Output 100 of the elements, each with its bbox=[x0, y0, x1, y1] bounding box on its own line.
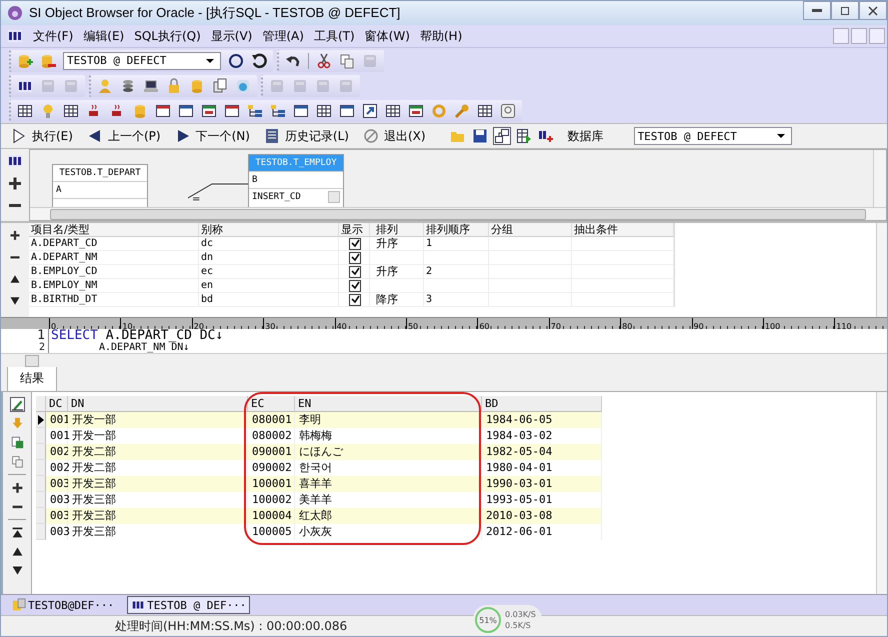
database-dropdown[interactable]: TESTOB @ DEFECT bbox=[634, 127, 792, 145]
down-arrow-icon[interactable] bbox=[9, 295, 21, 307]
toolbar-button[interactable]: 历史记录(L) bbox=[264, 128, 349, 144]
table-icon[interactable] bbox=[316, 102, 332, 118]
menu-item[interactable]: 文件(F) bbox=[33, 28, 74, 44]
tab[interactable]: 结果 bbox=[7, 366, 57, 391]
table-cell[interactable]: 升序 bbox=[370, 237, 424, 251]
table-cell[interactable]: 升序 bbox=[370, 265, 424, 279]
help-icon[interactable] bbox=[500, 102, 516, 118]
menu-item[interactable]: 工具(T) bbox=[314, 28, 355, 44]
column-header[interactable]: EC bbox=[248, 396, 295, 412]
add-icon[interactable] bbox=[7, 175, 23, 191]
add-icon[interactable] bbox=[9, 229, 21, 241]
up-arrow-icon[interactable] bbox=[9, 273, 21, 285]
line-number: 1 bbox=[1, 329, 49, 343]
table-cell[interactable]: 降序 bbox=[370, 293, 424, 307]
menu-item[interactable]: 窗体(W) bbox=[364, 28, 410, 44]
menu-item[interactable]: 显示(V) bbox=[210, 28, 252, 44]
tree-icon[interactable] bbox=[270, 102, 286, 118]
menu-item[interactable]: SQL执行(Q) bbox=[134, 28, 201, 44]
table-icon[interactable] bbox=[385, 102, 401, 118]
checkbox[interactable] bbox=[349, 266, 361, 278]
computer-icon[interactable] bbox=[143, 78, 159, 94]
toolbar-button[interactable]: 上一个(P) bbox=[86, 128, 161, 144]
documents-icon[interactable] bbox=[212, 78, 228, 94]
save-icon[interactable] bbox=[472, 128, 488, 144]
window-icon[interactable] bbox=[224, 102, 240, 118]
refresh-icon[interactable] bbox=[251, 52, 267, 68]
table-icon[interactable] bbox=[477, 102, 493, 118]
table-cell: 开发三部 bbox=[68, 524, 248, 540]
top-arrow-icon[interactable] bbox=[10, 526, 24, 539]
layout-icon[interactable] bbox=[494, 128, 510, 144]
column-header[interactable]: 项目名/类型 bbox=[29, 223, 199, 237]
minimize-button[interactable] bbox=[803, 1, 831, 20]
window-icon[interactable] bbox=[155, 102, 171, 118]
add-icon[interactable] bbox=[10, 481, 24, 494]
column-header[interactable]: 分组 bbox=[489, 223, 572, 237]
arrow-box-icon[interactable] bbox=[362, 102, 378, 118]
vertical-scrollbar[interactable] bbox=[873, 150, 886, 208]
column-header[interactable]: DC bbox=[46, 396, 68, 412]
menu-item[interactable]: 编辑(E) bbox=[83, 28, 124, 44]
maximize-button[interactable] bbox=[831, 1, 859, 20]
checkbox[interactable] bbox=[349, 238, 361, 250]
window-icon[interactable] bbox=[293, 102, 309, 118]
table-node[interactable]: TESTOB.T_DEPART A bbox=[52, 164, 148, 208]
key-icon[interactable] bbox=[454, 102, 470, 118]
disk-stack-icon[interactable] bbox=[120, 78, 136, 94]
table-cell: 1984-06-05 bbox=[482, 412, 602, 428]
menu-item[interactable]: 管理(A) bbox=[262, 28, 304, 44]
down-arrow-icon[interactable] bbox=[10, 564, 24, 577]
cut-icon[interactable] bbox=[316, 52, 332, 68]
column-header[interactable]: 别称 bbox=[199, 223, 339, 237]
database-icon bbox=[12, 598, 26, 612]
table-run-icon[interactable] bbox=[516, 128, 532, 144]
column-header[interactable]: 排列顺序 bbox=[424, 223, 489, 237]
horizontal-scrollbar[interactable] bbox=[30, 207, 886, 220]
window-icon[interactable] bbox=[178, 102, 194, 118]
window-tab[interactable]: TESTOB@DEF··· bbox=[9, 597, 118, 613]
table-cell: dn bbox=[199, 251, 339, 265]
column-header[interactable]: BD bbox=[482, 396, 602, 412]
copy-icon[interactable] bbox=[10, 455, 24, 468]
column-header[interactable]: 抽出条件 bbox=[572, 223, 674, 237]
circle-icon[interactable] bbox=[228, 52, 244, 68]
pencil-icon[interactable] bbox=[10, 398, 24, 411]
window-icon[interactable] bbox=[201, 102, 217, 118]
toolbar-button[interactable]: 下一个(N) bbox=[174, 128, 250, 144]
copy-icon[interactable] bbox=[339, 52, 355, 68]
table-cell: 2012-06-01 bbox=[482, 524, 602, 540]
column-header[interactable]: DN bbox=[68, 396, 248, 412]
window-tab[interactable]: TESTOB @ DEF··· bbox=[127, 596, 250, 614]
up-arrow-icon[interactable] bbox=[10, 545, 24, 558]
toolbar-button[interactable]: 执行(E) bbox=[11, 128, 73, 144]
toolbar-button[interactable]: 退出(X) bbox=[362, 128, 426, 144]
tree-icon[interactable] bbox=[247, 102, 263, 118]
table-title: TESTOB.T_EMPLOY bbox=[249, 155, 343, 172]
database-remove-icon[interactable] bbox=[40, 52, 56, 68]
checkbox[interactable] bbox=[349, 252, 361, 264]
column-header[interactable]: 排列 bbox=[370, 223, 424, 237]
table-icon[interactable] bbox=[17, 102, 33, 118]
vertical-scrollbar[interactable] bbox=[876, 223, 887, 317]
row-header[interactable] bbox=[36, 412, 46, 428]
window-icon[interactable] bbox=[408, 102, 424, 118]
table-icon[interactable] bbox=[63, 102, 79, 118]
window-icon[interactable] bbox=[339, 102, 355, 118]
checkbox[interactable] bbox=[349, 294, 361, 306]
menu-item[interactable]: 帮助(H) bbox=[420, 28, 462, 44]
connection-dropdown[interactable]: TESTOB @ DEFECT bbox=[63, 52, 221, 70]
table-cell: にほんご bbox=[295, 444, 482, 460]
sql-editor[interactable]: 1 SELECT A.DEPART_CD DC↓ 2 A.DEPART_NM DN↓ bbox=[1, 329, 887, 353]
database-add-icon[interactable] bbox=[17, 52, 33, 68]
vertical-scrollbar[interactable] bbox=[876, 392, 887, 594]
table-node[interactable]: TESTOB.T_EMPLOY B INSERT_CD bbox=[248, 154, 344, 208]
column-header[interactable]: 显示 bbox=[339, 223, 370, 237]
column-item[interactable]: INSERT_CD bbox=[252, 192, 301, 202]
checkbox[interactable] bbox=[349, 280, 361, 292]
horizontal-scrollbar[interactable] bbox=[1, 353, 887, 367]
lock-icon[interactable] bbox=[166, 78, 182, 94]
column-header[interactable]: EN bbox=[295, 396, 482, 412]
close-button[interactable] bbox=[859, 1, 887, 20]
export-icon[interactable] bbox=[10, 436, 24, 449]
